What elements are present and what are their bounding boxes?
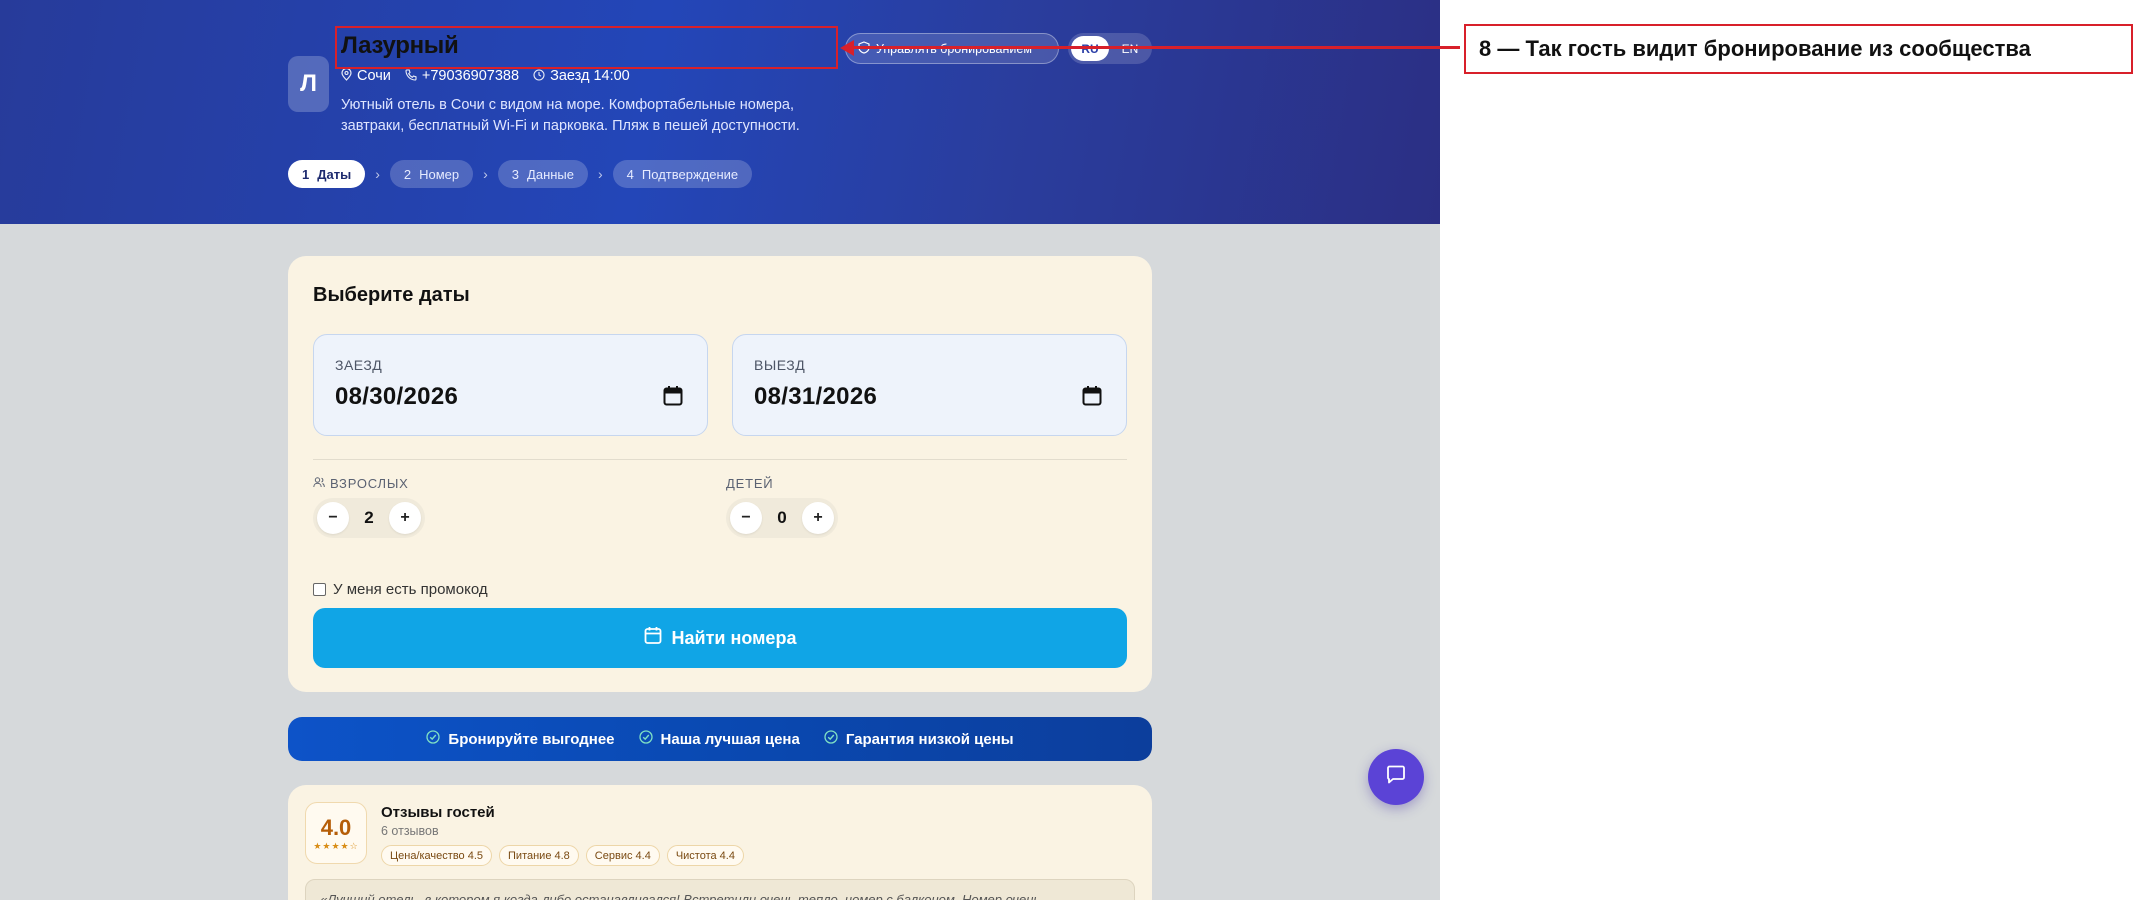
rating-tag: Цена/качество 4.5 xyxy=(381,845,493,866)
chevron-right-icon: › xyxy=(375,166,380,182)
adults-count: 2 xyxy=(364,508,374,527)
check-circle-icon xyxy=(638,730,653,748)
step-label: Даты xyxy=(317,166,352,182)
adults-label-text: ВЗРОСЛЫХ xyxy=(330,476,409,491)
find-rooms-label: Найти номера xyxy=(671,627,797,648)
chevron-right-icon: › xyxy=(598,166,603,182)
step-label: Номер xyxy=(419,166,460,182)
checkout-value[interactable]: 08/31/2026 xyxy=(754,383,877,411)
promo-checkbox[interactable] xyxy=(313,583,326,596)
rating-tags: Цена/качество 4.5 Питание 4.8 Сервис 4.4… xyxy=(381,845,744,866)
benefit-label: Бронируйте выгоднее xyxy=(448,730,615,748)
step-number: 3 xyxy=(511,166,520,182)
annotation-line xyxy=(846,46,1460,49)
star-rating-icon: ★★★★☆ xyxy=(313,840,359,851)
rating-tag: Питание 4.8 xyxy=(499,845,579,866)
location-item: Сочи xyxy=(341,67,391,84)
checkin-label: ЗАЕЗД xyxy=(335,357,383,373)
annotation-highlight xyxy=(335,26,838,69)
hotel-phone[interactable]: +79036907388 xyxy=(422,68,519,84)
phone-icon xyxy=(405,68,417,84)
find-rooms-button[interactable]: Найти номера xyxy=(313,608,1127,668)
rating-tag: Сервис 4.4 xyxy=(585,845,660,866)
reviews-count: 6 отзывов xyxy=(381,824,439,838)
step-number: 4 xyxy=(626,166,634,182)
booking-steps: 1 Даты › 2 Номер › 3 Данные › 4 Подтверж… xyxy=(288,160,753,188)
checkin-date-field[interactable]: ЗАЕЗД 08/30/2026 xyxy=(313,334,708,436)
annotation-label: 8 — Так гость видит бронирование из сооб… xyxy=(1464,24,2133,74)
calendar-icon[interactable] xyxy=(663,385,683,407)
chat-button[interactable] xyxy=(1368,749,1424,805)
checkin-time: Заезд 14:00 xyxy=(550,68,630,84)
hotel-city: Сочи xyxy=(357,68,391,84)
clock-icon xyxy=(533,68,545,84)
step-label: Подтверждение xyxy=(641,166,739,182)
checkin-value[interactable]: 08/30/2026 xyxy=(335,383,458,411)
children-label: ДЕТЕЙ xyxy=(726,476,774,491)
step-confirmation[interactable]: 4 Подтверждение xyxy=(612,160,753,188)
step-number: 2 xyxy=(403,166,412,182)
check-circle-icon xyxy=(824,730,838,748)
children-stepper: − 0 + xyxy=(726,498,838,538)
screenshot-stage: Л Лазурный Сочи +79036907388 Заезд 14:00… xyxy=(0,0,2156,900)
hotel-logo: Л xyxy=(288,56,329,112)
benefits-bar: Бронируйте выгоднее Наша лучшая цена Гар… xyxy=(288,717,1152,761)
checkin-time-item: Заезд 14:00 xyxy=(533,68,630,84)
map-pin-icon xyxy=(341,67,352,84)
date-card-title: Выберите даты xyxy=(313,284,470,306)
benefit-item: Гарантия низкой цены xyxy=(824,730,1014,748)
arrow-left-icon xyxy=(840,40,854,56)
hotel-description: Уютный отель в Сочи с видом на море. Ком… xyxy=(341,97,800,134)
date-selection-card: Выберите даты ЗАЕЗД 08/30/2026 ВЫЕЗД 08/… xyxy=(288,256,1152,692)
step-room[interactable]: 2 Номер xyxy=(389,160,474,188)
adults-stepper: − 2 + xyxy=(313,498,425,538)
checkout-date-field[interactable]: ВЫЕЗД 08/31/2026 xyxy=(732,334,1127,436)
benefit-item: Бронируйте выгоднее xyxy=(426,730,615,748)
adults-label: ВЗРОСЛЫХ xyxy=(313,476,409,491)
calendar-icon xyxy=(644,626,662,650)
booking-app: Л Лазурный Сочи +79036907388 Заезд 14:00… xyxy=(0,0,1440,900)
children-count: 0 xyxy=(777,508,787,527)
reviews-title: Отзывы гостей xyxy=(381,804,495,821)
benefit-label: Гарантия низкой цены xyxy=(845,730,1014,748)
children-increment-button[interactable]: + xyxy=(802,502,834,534)
rating-badge: 4.0 ★★★★☆ xyxy=(305,802,367,864)
guest-reviews-card: 4.0 ★★★★☆ Отзывы гостей 6 отзывов Цена/к… xyxy=(288,785,1152,900)
phone-item[interactable]: +79036907388 xyxy=(405,68,519,84)
review-quote: «Лучший отель, в котором я когда-либо ос… xyxy=(305,879,1135,900)
users-icon xyxy=(313,476,325,491)
benefit-label: Наша лучшая цена xyxy=(660,730,800,748)
adults-decrement-button[interactable]: − xyxy=(317,502,349,534)
step-dates[interactable]: 1 Даты xyxy=(288,160,366,188)
rating-tag: Чистота 4.4 xyxy=(666,845,744,866)
step-label: Данные xyxy=(527,166,574,182)
children-decrement-button[interactable]: − xyxy=(730,502,762,534)
step-details[interactable]: 3 Данные xyxy=(497,160,588,188)
section-divider xyxy=(313,459,1127,460)
rating-score: 4.0 xyxy=(320,814,352,840)
promo-label: У меня есть промокод xyxy=(333,581,488,598)
hotel-meta: Сочи +79036907388 Заезд 14:00 xyxy=(341,67,630,84)
checkout-label: ВЫЕЗД xyxy=(754,357,806,373)
benefit-item: Наша лучшая цена xyxy=(638,730,800,748)
chevron-right-icon: › xyxy=(483,166,488,182)
chat-bubble-icon xyxy=(1385,764,1407,791)
check-circle-icon xyxy=(426,730,441,748)
calendar-icon[interactable] xyxy=(1082,385,1102,407)
step-number: 1 xyxy=(302,166,310,182)
adults-increment-button[interactable]: + xyxy=(389,502,421,534)
promo-code-toggle[interactable]: У меня есть промокод xyxy=(313,581,488,598)
